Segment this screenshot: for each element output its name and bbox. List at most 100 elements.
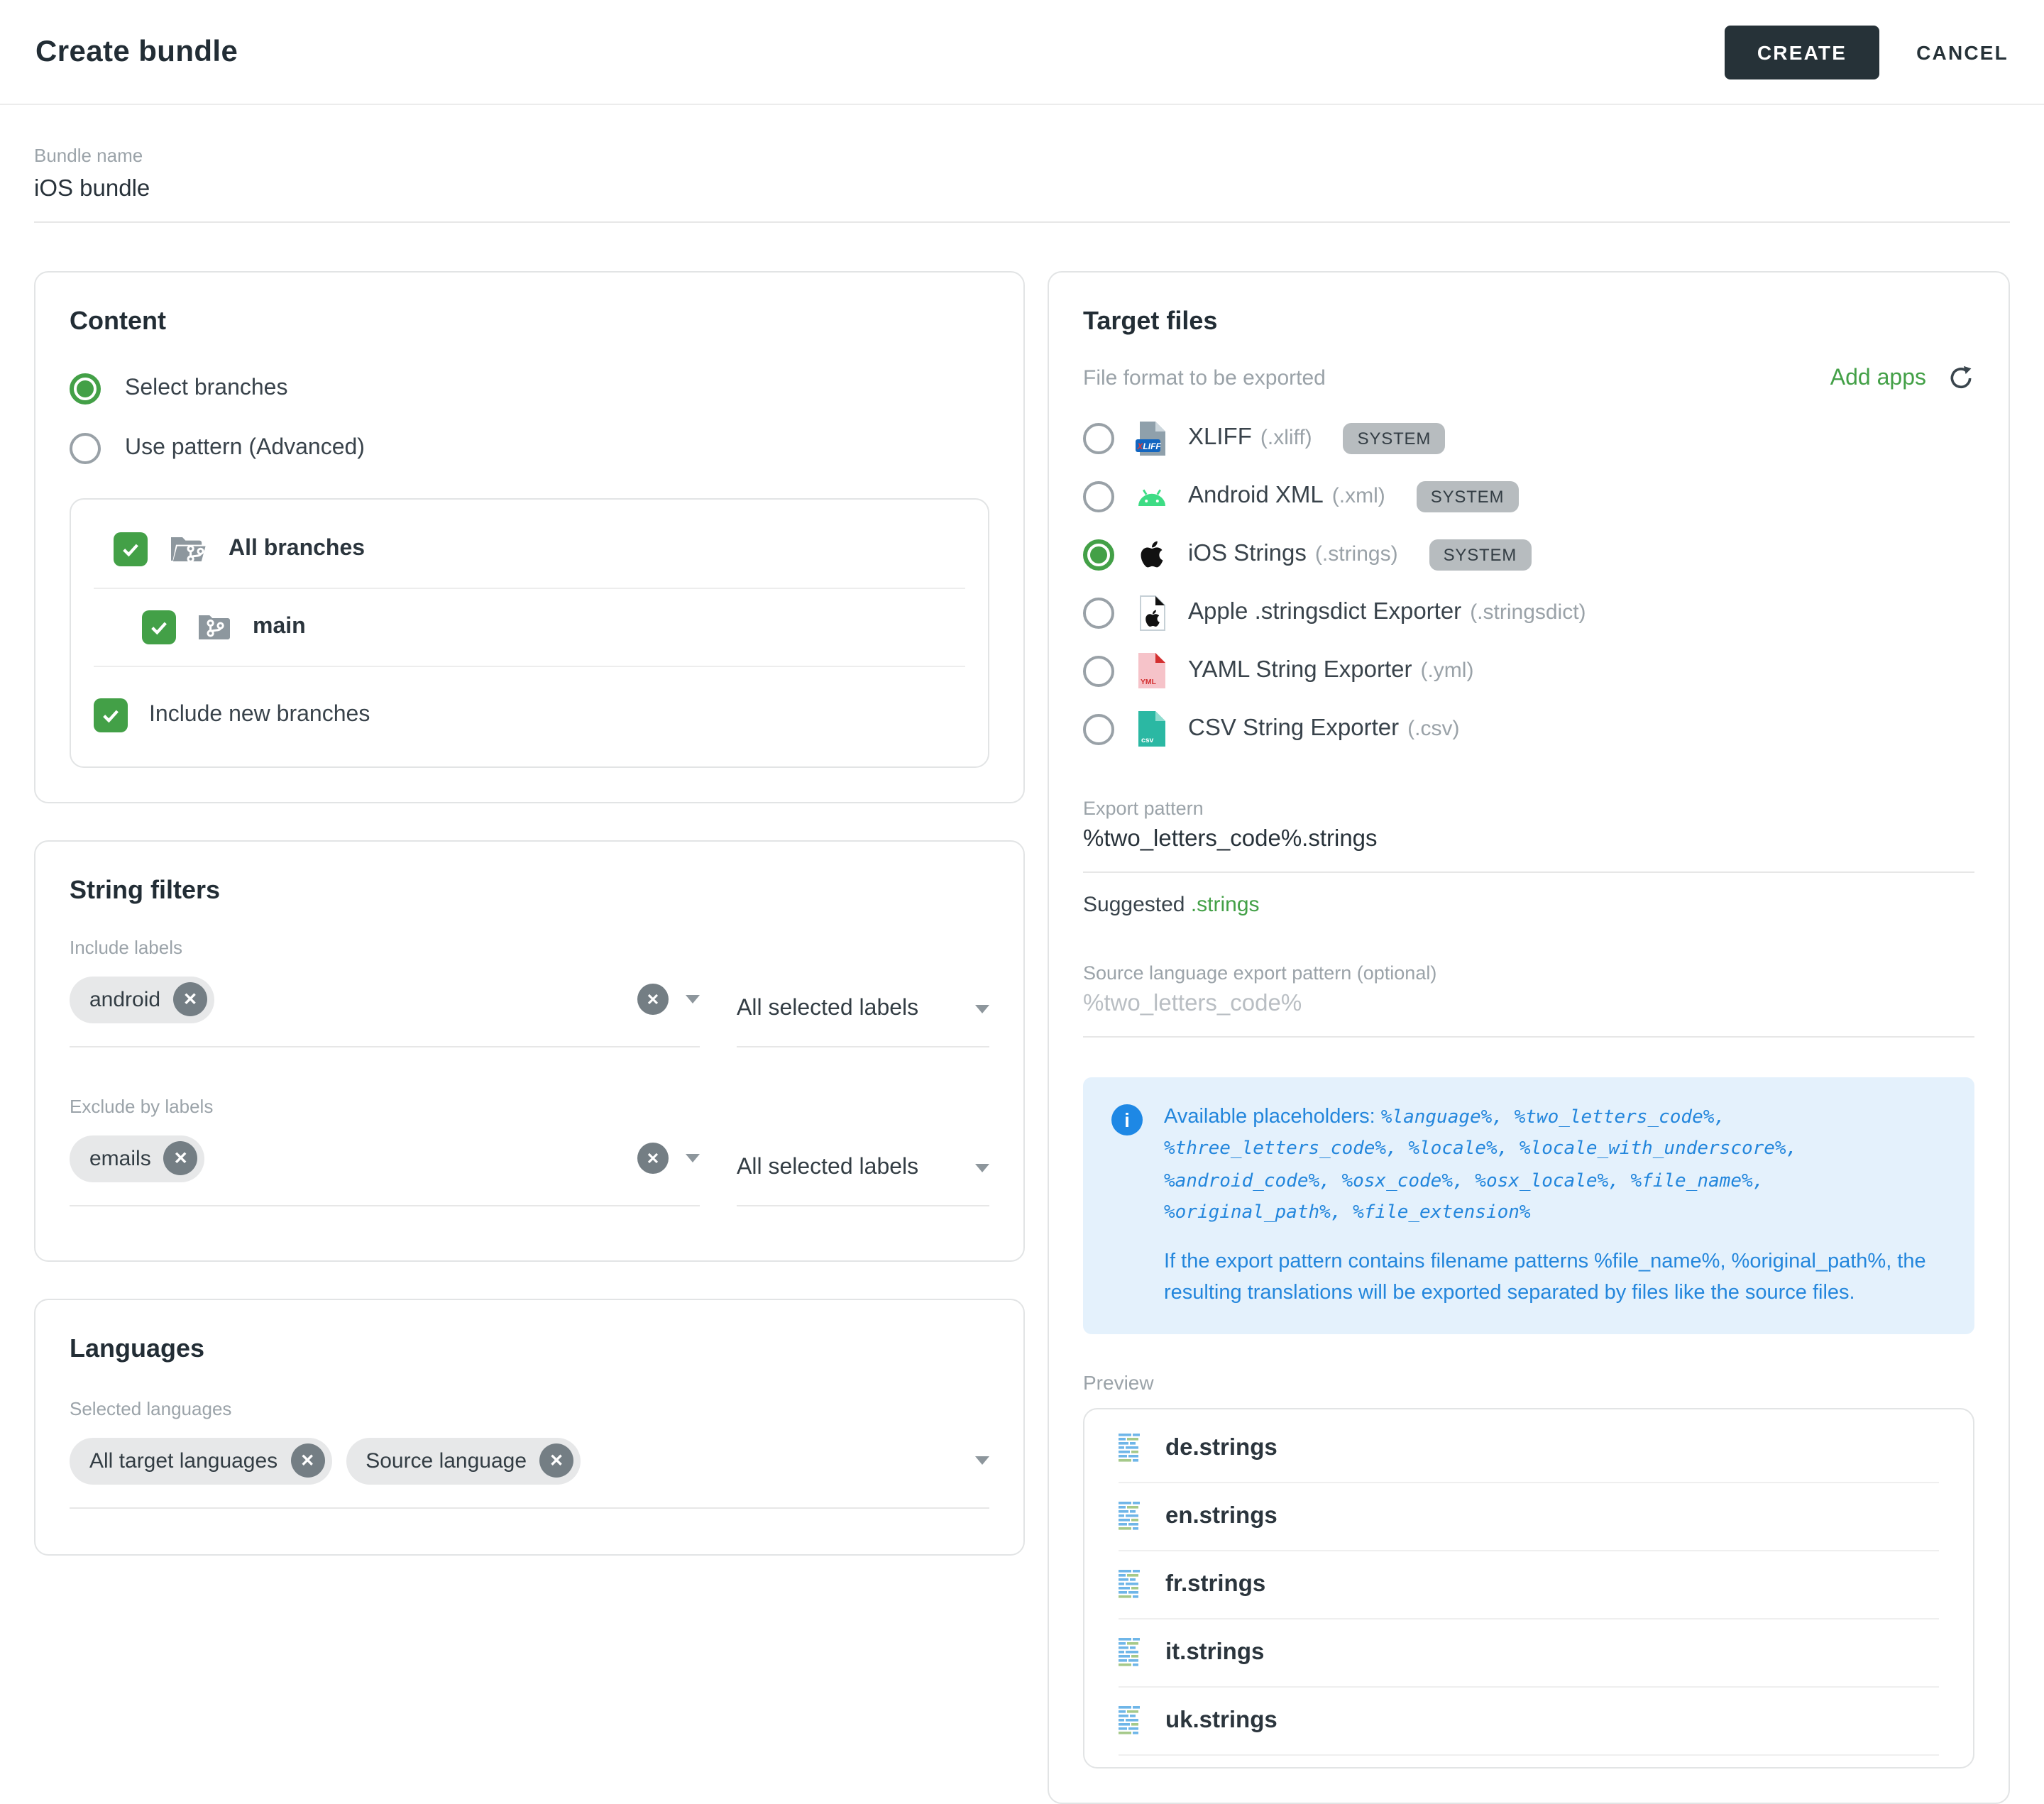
suggested-row: Suggested .strings	[1083, 893, 1974, 917]
radio-select-branches-label: Select branches	[125, 376, 287, 402]
svg-text:YML: YML	[1141, 678, 1157, 686]
radio-off-icon[interactable]	[1083, 480, 1114, 512]
check-icon	[148, 616, 170, 639]
source-pattern-label: Source language export pattern (optional…	[1083, 962, 1974, 984]
strings-file-icon	[1119, 1706, 1140, 1736]
include-labels-field[interactable]: android ✕ ✕	[70, 958, 700, 1047]
chip-remove-icon[interactable]: ✕	[164, 1141, 198, 1175]
format-name: Android XML	[1188, 483, 1324, 510]
checkbox-main[interactable]	[142, 610, 176, 644]
folder-branch-icon	[169, 534, 207, 565]
file-format-header: File format to be exported Add apps	[1083, 365, 1974, 392]
language-chip: Source language ✕	[346, 1437, 581, 1484]
info-icon: i	[1111, 1104, 1143, 1135]
selected-languages-field[interactable]: All target languages ✕ Source language ✕	[70, 1419, 989, 1509]
export-pattern-input[interactable]	[1083, 826, 1974, 873]
format-ext: (.xliff)	[1260, 426, 1312, 450]
format-row-csv[interactable]: csv CSV String Exporter (.csv)	[1083, 700, 1974, 758]
chip-remove-icon[interactable]: ✕	[539, 1443, 573, 1478]
radio-on-icon[interactable]	[70, 373, 101, 405]
stringsdict-file-icon	[1134, 594, 1168, 631]
csv-file-icon: csv	[1134, 711, 1168, 747]
format-ext: (.xml)	[1332, 484, 1385, 508]
label-chip: android ✕	[70, 976, 214, 1023]
branch-row-main[interactable]: main	[94, 589, 965, 667]
radio-use-pattern[interactable]: Use pattern (Advanced)	[70, 433, 989, 464]
create-button[interactable]: CREATE	[1725, 25, 1879, 79]
dropdown-value: All selected labels	[737, 996, 918, 1022]
add-apps-link[interactable]: Add apps	[1830, 365, 1926, 391]
check-icon	[119, 538, 142, 561]
include-new-branches-row[interactable]: Include new branches	[94, 667, 965, 755]
android-icon	[1134, 485, 1168, 507]
radio-off-icon[interactable]	[1083, 655, 1114, 686]
preview-label: Preview	[1083, 1371, 1974, 1394]
chevron-down-icon[interactable]	[686, 995, 700, 1003]
bundle-name-label: Bundle name	[34, 145, 2010, 166]
include-new-branches-label: Include new branches	[149, 703, 370, 728]
chevron-down-icon	[975, 1164, 989, 1172]
clear-field-icon[interactable]: ✕	[637, 984, 669, 1015]
chip-remove-icon[interactable]: ✕	[173, 982, 207, 1016]
radio-off-icon[interactable]	[70, 433, 101, 464]
format-ext: (.stringsdict)	[1470, 600, 1586, 625]
checkbox-all-branches[interactable]	[114, 532, 148, 566]
format-ext: (.yml)	[1420, 659, 1473, 683]
preview-file-row: it.strings	[1119, 1619, 1939, 1688]
refresh-icon[interactable]	[1947, 365, 1974, 392]
radio-use-pattern-label: Use pattern (Advanced)	[125, 436, 365, 461]
source-pattern-input[interactable]	[1083, 991, 1974, 1038]
format-row-ios-strings[interactable]: iOS Strings (.strings) SYSTEM	[1083, 525, 1974, 583]
exclude-labels-mode-dropdown[interactable]: All selected labels	[737, 1144, 989, 1206]
left-column: Content Select branches Use pattern (Adv…	[34, 271, 1025, 1556]
cancel-button[interactable]: CANCEL	[1916, 40, 2009, 63]
radio-off-icon[interactable]	[1083, 597, 1114, 628]
branch-label: All branches	[229, 537, 365, 562]
dropdown-value: All selected labels	[737, 1155, 918, 1181]
info-placeholders-line: Available placeholders: %language%, %two…	[1164, 1101, 1946, 1229]
label-chip: emails ✕	[70, 1135, 205, 1182]
clear-field-icon[interactable]: ✕	[637, 1143, 669, 1174]
bundle-name-input[interactable]	[34, 176, 2010, 223]
branch-row-all-branches[interactable]: All branches	[94, 511, 965, 589]
strings-file-icon	[1119, 1570, 1140, 1600]
radio-select-branches[interactable]: Select branches	[70, 373, 989, 405]
strings-file-icon	[1119, 1502, 1140, 1531]
exclude-labels-row: emails ✕ ✕ All selected labels	[70, 1117, 989, 1206]
preview-file-name: de.strings	[1165, 1435, 1278, 1462]
format-row-android-xml[interactable]: Android XML (.xml) SYSTEM	[1083, 467, 1974, 525]
format-ext: (.strings)	[1315, 542, 1398, 566]
svg-text:csv: csv	[1141, 737, 1154, 744]
checkbox-include-new-branches[interactable]	[94, 698, 128, 732]
info-intro: Available placeholders:	[1164, 1106, 1381, 1128]
check-icon	[99, 704, 122, 727]
system-badge: SYSTEM	[1417, 480, 1519, 512]
format-row-stringsdict[interactable]: Apple .stringsdict Exporter (.stringsdic…	[1083, 583, 1974, 642]
string-filters-title: String filters	[70, 876, 989, 906]
chevron-down-icon[interactable]	[975, 1456, 989, 1465]
exclude-labels-field[interactable]: emails ✕ ✕	[70, 1117, 700, 1206]
file-format-label: File format to be exported	[1083, 366, 1326, 390]
create-bundle-page: Create bundle CREATE CANCEL Bundle name …	[0, 0, 2044, 1688]
format-row-xliff[interactable]: XLIFF XLIFF (.xliff) SYSTEM	[1083, 409, 1974, 467]
chevron-down-icon[interactable]	[686, 1154, 700, 1162]
include-labels-row: android ✕ ✕ All selected labels	[70, 958, 989, 1047]
format-row-yaml[interactable]: YML YAML String Exporter (.yml)	[1083, 642, 1974, 700]
chip-remove-icon[interactable]: ✕	[290, 1443, 324, 1478]
string-filters-card: String filters Include labels android ✕ …	[34, 840, 1025, 1262]
preview-file-row: uk.strings	[1119, 1688, 1939, 1756]
yaml-file-icon: YML	[1134, 653, 1168, 688]
svg-text:XLIFF: XLIFF	[1136, 441, 1161, 451]
placeholders-info-box: i Available placeholders: %language%, %t…	[1083, 1077, 1974, 1334]
radio-on-icon[interactable]	[1083, 539, 1114, 570]
format-name: YAML String Exporter	[1188, 657, 1412, 684]
include-labels-mode-dropdown[interactable]: All selected labels	[737, 985, 989, 1047]
info-note: If the export pattern contains filename …	[1164, 1246, 1946, 1310]
chip-label: All target languages	[89, 1448, 278, 1473]
radio-off-icon[interactable]	[1083, 713, 1114, 744]
include-labels-label: Include labels	[70, 937, 989, 958]
page-body: Bundle name Content Select branches Use …	[0, 145, 2044, 1804]
format-ext: (.csv)	[1407, 717, 1459, 741]
suggested-strings-link[interactable]: .strings	[1191, 893, 1260, 917]
radio-off-icon[interactable]	[1083, 422, 1114, 453]
